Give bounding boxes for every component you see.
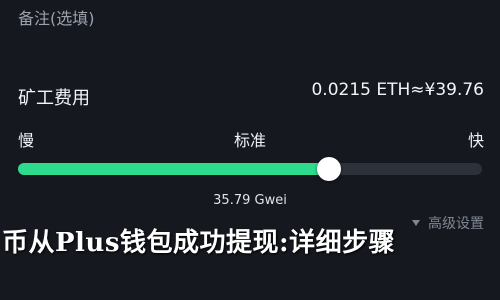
speed-standard-label: 标准 bbox=[233, 131, 267, 150]
speed-slow-label: 慢 bbox=[18, 131, 35, 150]
fee-value: 0.0215 ETH≈¥39.76 bbox=[311, 80, 484, 100]
note-label[interactable]: 备注(选填) bbox=[18, 5, 95, 29]
slider-thumb[interactable] bbox=[316, 157, 341, 181]
gas-price-value: 35.79 Gwei bbox=[213, 193, 287, 208]
fee-label: 矿工费用 bbox=[18, 88, 90, 109]
advanced-settings-toggle[interactable]: 高级设置 bbox=[412, 213, 484, 233]
gas-fee-panel: 备注(选填) 矿工费用 0.0215 ETH≈¥39.76 慢 标准 快 35.… bbox=[0, 0, 500, 300]
slider-fill bbox=[18, 163, 329, 175]
gas-speed-slider[interactable] bbox=[18, 157, 482, 181]
speed-fast-label: 快 bbox=[467, 131, 484, 150]
advanced-settings-label: 高级设置 bbox=[428, 216, 484, 232]
triangle-down-icon bbox=[412, 220, 420, 226]
overlay-title: 币从Plus钱包成功提现:详细步骤 bbox=[2, 228, 396, 258]
